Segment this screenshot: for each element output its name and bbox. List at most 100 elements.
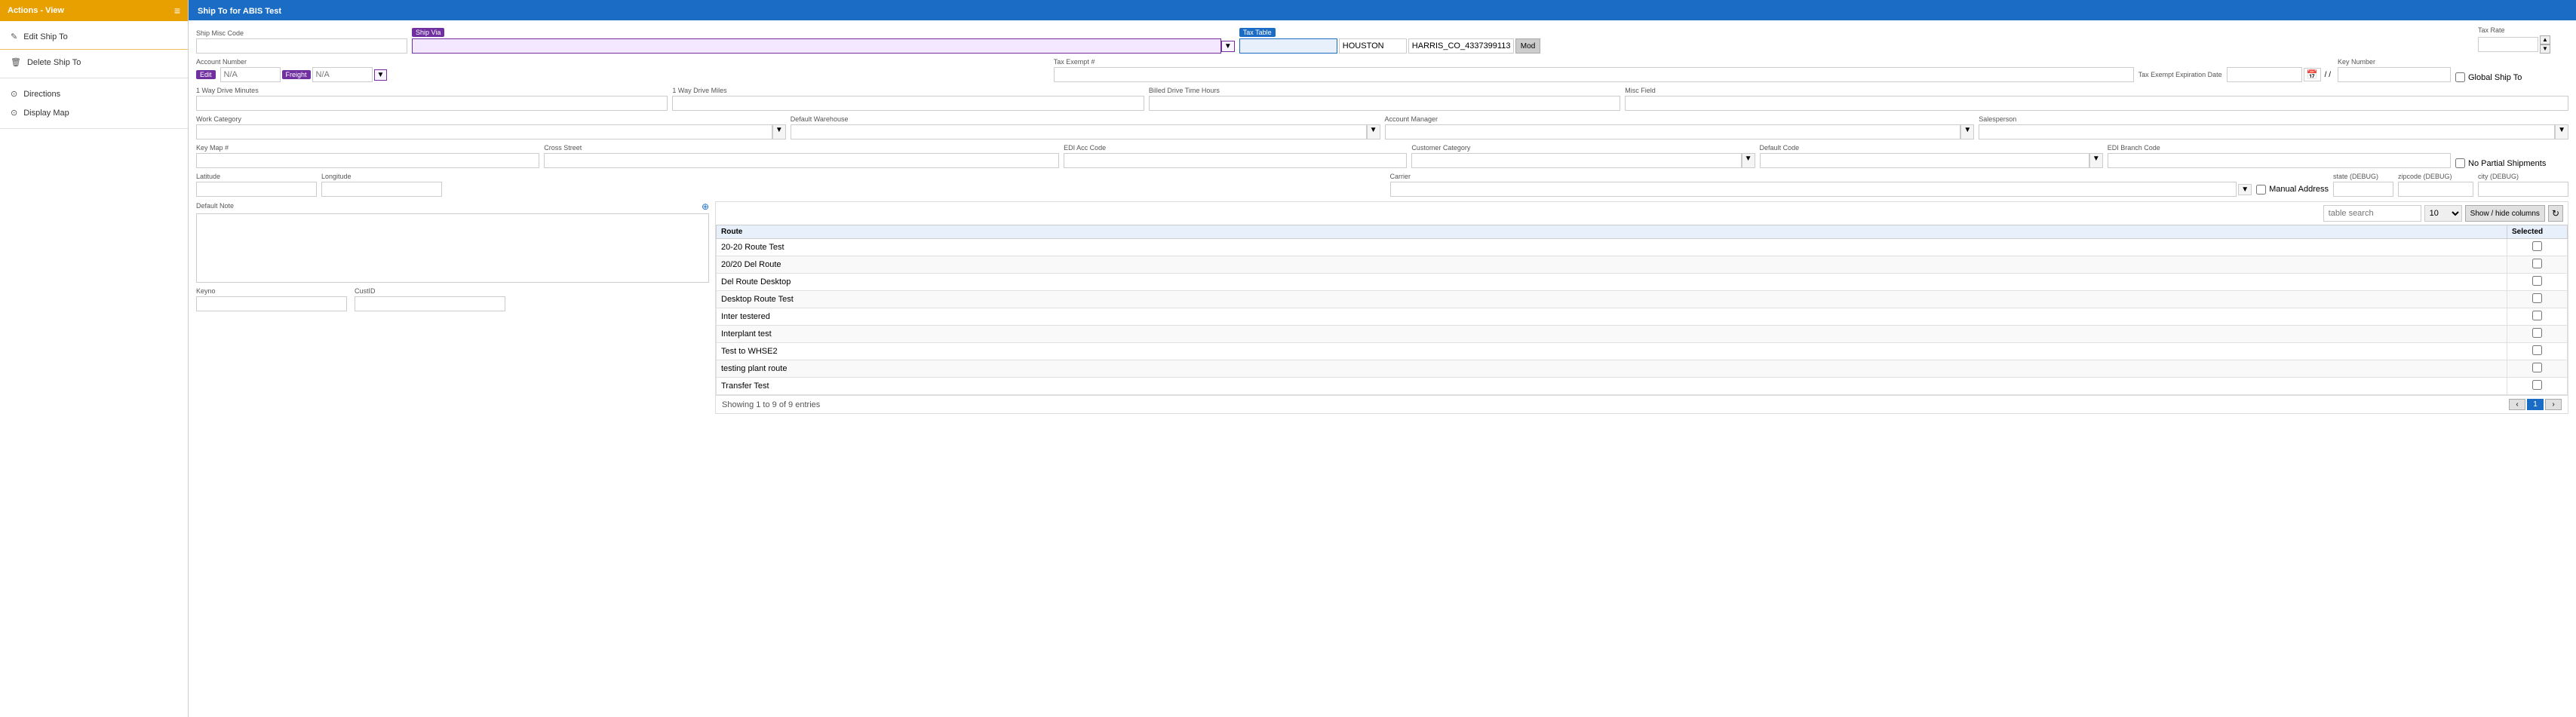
route-cell: Desktop Route Test bbox=[717, 291, 2507, 308]
sidebar-divider-1 bbox=[0, 49, 188, 50]
mod-button[interactable]: Mod bbox=[1515, 38, 1540, 54]
default-note-expand-icon[interactable]: ⊕ bbox=[702, 201, 709, 212]
edi-branch-code-input[interactable] bbox=[2108, 153, 2451, 168]
longitude-label: Longitude bbox=[321, 173, 442, 180]
state-debug-input[interactable]: TX bbox=[2333, 182, 2393, 197]
route-refresh-button[interactable]: ↻ bbox=[2548, 205, 2563, 222]
tax-rate-down-arrow[interactable]: ▼ bbox=[2540, 44, 2550, 54]
form-row-3: 1 Way Drive Minutes 0 1 Way Drive Miles … bbox=[196, 87, 2568, 111]
route-selected-checkbox[interactable] bbox=[2532, 241, 2542, 251]
tax-rate-input[interactable]: 8.25 bbox=[2478, 37, 2538, 52]
zipcode-debug-input[interactable]: 77080 bbox=[2398, 182, 2473, 197]
custid-input[interactable]: 41533 bbox=[355, 296, 505, 311]
route-selected-checkbox[interactable] bbox=[2532, 380, 2542, 390]
key-map-input[interactable] bbox=[196, 153, 539, 168]
default-code-input[interactable] bbox=[1760, 153, 2089, 168]
salesperson-dropdown[interactable]: ▼ bbox=[2555, 124, 2568, 139]
default-note-textarea[interactable] bbox=[196, 213, 709, 283]
sidebar-item-directions[interactable]: ⊙ Directions bbox=[0, 84, 188, 103]
ship-misc-code-input[interactable] bbox=[196, 38, 407, 54]
tax-table-county-input[interactable] bbox=[1408, 38, 1514, 54]
city-debug-label: city (DEBUG) bbox=[2478, 173, 2568, 180]
selected-cell bbox=[2507, 326, 2568, 343]
freight-input[interactable] bbox=[312, 67, 373, 82]
route-search-input[interactable] bbox=[2323, 205, 2421, 222]
default-warehouse-input[interactable] bbox=[791, 124, 1367, 139]
table-row: Interplant test bbox=[717, 326, 2568, 343]
account-manager-dropdown[interactable]: ▼ bbox=[1960, 124, 1974, 139]
selected-cell bbox=[2507, 274, 2568, 291]
work-category-input[interactable] bbox=[196, 124, 772, 139]
salesperson-group: Salesperson ▼ bbox=[1979, 115, 2568, 139]
form-row-6: Latitude 29.81141 Longitude -95.42412 Ca… bbox=[196, 173, 2568, 197]
ship-via-input[interactable]: Customer Pick-up bbox=[412, 38, 1221, 54]
account-number-input[interactable] bbox=[220, 67, 281, 82]
pagination-page-1[interactable]: 1 bbox=[2527, 399, 2544, 410]
city-debug-input[interactable]: Houston bbox=[2478, 182, 2568, 197]
pagination-prev[interactable]: ‹ bbox=[2509, 399, 2525, 410]
route-selected-checkbox[interactable] bbox=[2532, 259, 2542, 268]
salesperson-input[interactable] bbox=[1979, 124, 2555, 139]
tax-table-input[interactable]: 4337399113 0.25 bbox=[1239, 38, 1337, 54]
state-debug-group: state (DEBUG) TX bbox=[2333, 173, 2393, 197]
directions-icon: ⊙ bbox=[11, 89, 17, 99]
default-code-dropdown[interactable]: ▼ bbox=[2089, 153, 2103, 168]
edi-acc-code-input[interactable] bbox=[1064, 153, 1407, 168]
route-table-section: 10 25 50 Show / hide columns ↻ Route Sel… bbox=[715, 201, 2568, 414]
customer-category-input[interactable] bbox=[1411, 153, 1741, 168]
tax-exempt-exp-input[interactable] bbox=[2227, 67, 2302, 82]
table-row: 20/20 Del Route bbox=[717, 256, 2568, 274]
carrier-input[interactable] bbox=[1390, 182, 2237, 197]
route-per-page-select[interactable]: 10 25 50 bbox=[2424, 205, 2462, 222]
key-number-input[interactable] bbox=[2338, 67, 2451, 82]
global-ship-to-checkbox[interactable] bbox=[2455, 72, 2465, 82]
cross-street-group: Cross Street bbox=[544, 144, 1059, 168]
sidebar-collapse-icon[interactable]: ≡ bbox=[174, 5, 180, 17]
edit-badge: Edit bbox=[196, 70, 216, 79]
pagination-next[interactable]: › bbox=[2545, 399, 2562, 410]
route-selected-checkbox[interactable] bbox=[2532, 328, 2542, 338]
tax-exempt-group: Tax Exempt # Tax Exempt Expiration Date … bbox=[1054, 58, 2333, 82]
no-partial-shipments-checkbox[interactable] bbox=[2455, 158, 2465, 168]
freight-dropdown-arrow[interactable]: ▼ bbox=[374, 69, 388, 81]
sidebar-item-display-map[interactable]: ⊙ Display Map bbox=[0, 103, 188, 122]
global-ship-to-group: Global Ship To bbox=[2455, 72, 2568, 82]
default-warehouse-dropdown[interactable]: ▼ bbox=[1367, 124, 1380, 139]
one-way-drive-miles-input[interactable]: 0 bbox=[672, 96, 1144, 111]
route-selected-checkbox[interactable] bbox=[2532, 363, 2542, 372]
table-row: Test to WHSE2 bbox=[717, 343, 2568, 360]
show-hide-columns-button[interactable]: Show / hide columns bbox=[2465, 205, 2545, 222]
tax-exempt-exp-label: Tax Exempt Expiration Date bbox=[2138, 71, 2222, 78]
global-ship-to-label: Global Ship To bbox=[2455, 72, 2568, 82]
route-selected-checkbox[interactable] bbox=[2532, 276, 2542, 286]
sidebar-item-delete-ship-to[interactable]: 🗑 Delete Ship To bbox=[0, 53, 188, 72]
latitude-input[interactable]: 29.81141 bbox=[196, 182, 317, 197]
route-selected-checkbox[interactable] bbox=[2532, 345, 2542, 355]
one-way-drive-minutes-input[interactable]: 0 bbox=[196, 96, 668, 111]
keyno-input[interactable]: 2832 bbox=[196, 296, 347, 311]
tax-rate-up-arrow[interactable]: ▲ bbox=[2540, 35, 2550, 44]
sidebar-item-edit-ship-to[interactable]: ✎ Edit Ship To bbox=[0, 27, 188, 46]
misc-field-input[interactable] bbox=[1625, 96, 2568, 111]
default-note-label: Default Note bbox=[196, 202, 234, 210]
billed-drive-time-input[interactable]: 0 bbox=[1149, 96, 1620, 111]
account-manager-input[interactable]: James Bond bbox=[1385, 124, 1961, 139]
carrier-dropdown[interactable]: ▼ bbox=[2238, 184, 2252, 195]
table-row: Inter testered bbox=[717, 308, 2568, 326]
route-selected-checkbox[interactable] bbox=[2532, 311, 2542, 320]
work-category-label: Work Category bbox=[196, 115, 786, 123]
route-selected-checkbox[interactable] bbox=[2532, 293, 2542, 303]
route-cell: Test to WHSE2 bbox=[717, 343, 2507, 360]
work-category-dropdown[interactable]: ▼ bbox=[772, 124, 786, 139]
page-title: Ship To for ABIS Test bbox=[198, 7, 281, 16]
tax-exempt-input[interactable] bbox=[1054, 67, 2134, 82]
tax-table-city-input[interactable] bbox=[1339, 38, 1407, 54]
account-number-group: Account Number Edit Freight ▼ bbox=[196, 58, 1049, 82]
customer-category-dropdown[interactable]: ▼ bbox=[1742, 153, 1755, 168]
tax-rate-spinner[interactable]: ▲ ▼ bbox=[2540, 35, 2550, 54]
longitude-input[interactable]: -95.42412 bbox=[321, 182, 442, 197]
calendar-icon[interactable]: 📅 bbox=[2304, 68, 2321, 81]
ship-via-dropdown-arrow[interactable]: ▼ bbox=[1221, 41, 1235, 52]
manual-address-checkbox[interactable] bbox=[2256, 185, 2266, 195]
cross-street-input[interactable] bbox=[544, 153, 1059, 168]
